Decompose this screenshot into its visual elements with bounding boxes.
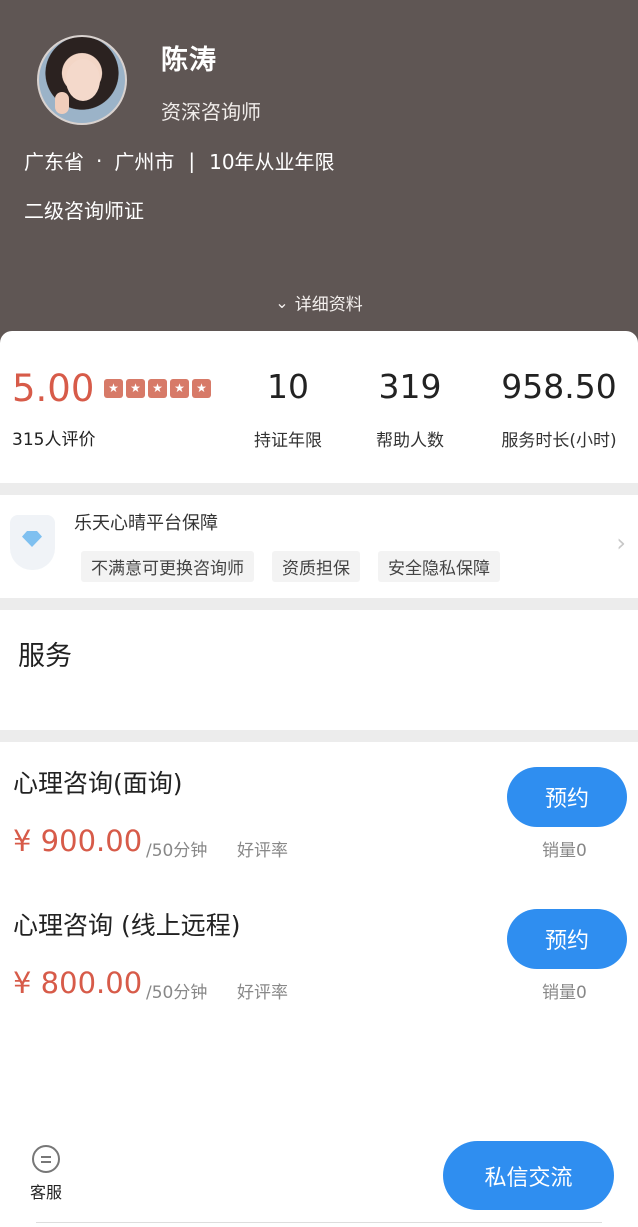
guarantee-title: 乐天心晴平台保障: [74, 513, 218, 534]
experience: 10年从业年限: [209, 150, 335, 174]
rating-score: 5.00: [12, 367, 95, 410]
star-icon: ★: [104, 379, 123, 398]
location-line: 广东省 · 广州市 | 10年从业年限: [24, 146, 335, 175]
location-dot: ·: [96, 148, 103, 173]
double-chevron-down-icon: ⌄: [275, 292, 289, 312]
private-message-button[interactable]: 私信交流: [443, 1141, 614, 1210]
stats-card: 5.00 ★ ★ ★ ★ ★ 10 持证年限 319 帮助人数 958.50 服…: [0, 331, 638, 483]
service-unit: /50分钟: [146, 983, 208, 1003]
avatar-hand: [55, 92, 69, 114]
avatar-face: [66, 59, 100, 101]
stat-years: 10 持证年限: [250, 367, 326, 451]
guarantee-tags: 不满意可更换咨询师 资质担保 安全隐私保障: [81, 551, 500, 582]
service-price: ¥ 800.00: [13, 966, 143, 1000]
province: 广东省: [24, 150, 84, 174]
bottom-divider: [36, 1222, 602, 1223]
stat-value: 10: [267, 367, 309, 406]
guarantee-tag: 资质担保: [272, 551, 360, 582]
stat-helped: 319 帮助人数: [372, 367, 448, 451]
guarantee-tag: 不满意可更换咨询师: [81, 551, 254, 582]
counselor-name: 陈涛: [161, 45, 217, 76]
service-rate: 好评率: [237, 983, 288, 1003]
service-rate: 好评率: [237, 841, 288, 861]
star-icon: ★: [126, 379, 145, 398]
chevron-right-icon: ›: [616, 529, 626, 557]
details-toggle[interactable]: ⌄ 详细资料: [0, 290, 638, 315]
platform-guarantee[interactable]: 乐天心晴平台保障 不满意可更换咨询师 资质担保 安全隐私保障 ›: [0, 495, 638, 598]
review-count[interactable]: 315人评价: [12, 425, 95, 450]
service-sales: 销量0: [542, 841, 587, 861]
service-item[interactable]: 心理咨询(面询) ¥ 900.00 /50分钟 好评率 预约 销量0: [0, 742, 638, 872]
rating-stars: ★ ★ ★ ★ ★: [104, 379, 211, 398]
chat-bubble-icon: [32, 1145, 60, 1173]
stat-label: 持证年限: [254, 431, 322, 451]
stat-value: 319: [378, 367, 442, 406]
profile-header: 陈涛 资深咨询师 广东省 · 广州市 | 10年从业年限 二级咨询师证 ⌄ 详细…: [0, 0, 638, 345]
customer-service-label: 客服: [29, 1183, 62, 1202]
book-button[interactable]: 预约: [507, 909, 627, 969]
stat-value: 958.50: [501, 367, 617, 406]
services-section: 服务: [0, 610, 638, 730]
star-icon: ★: [148, 379, 167, 398]
stat-label: 服务时长(小时): [501, 431, 617, 451]
star-icon: ★: [192, 379, 211, 398]
details-label: 详细资料: [294, 295, 363, 315]
service-name: 心理咨询(面询): [13, 769, 183, 798]
counselor-title: 资深咨询师: [161, 100, 261, 124]
certificate: 二级咨询师证: [24, 199, 144, 223]
location-separator: |: [188, 148, 196, 173]
guarantee-tag: 安全隐私保障: [378, 551, 500, 582]
service-name: 心理咨询 (线上远程): [13, 911, 241, 940]
shield-icon: [10, 515, 55, 570]
diamond-icon: [22, 531, 42, 547]
service-sales: 销量0: [542, 983, 587, 1003]
services-heading: 服务: [18, 641, 72, 672]
book-button[interactable]: 预约: [507, 767, 627, 827]
stat-label: 帮助人数: [376, 431, 444, 451]
service-unit: /50分钟: [146, 841, 208, 861]
service-item[interactable]: 心理咨询 (线上远程) ¥ 800.00 /50分钟 好评率 预约 销量0: [0, 884, 638, 1014]
avatar[interactable]: [37, 35, 127, 125]
city: 广州市: [114, 150, 175, 174]
stat-hours: 958.50 服务时长(小时): [496, 367, 622, 451]
customer-service[interactable]: 客服: [26, 1145, 66, 1203]
star-icon: ★: [170, 379, 189, 398]
service-price: ¥ 900.00: [13, 824, 143, 858]
